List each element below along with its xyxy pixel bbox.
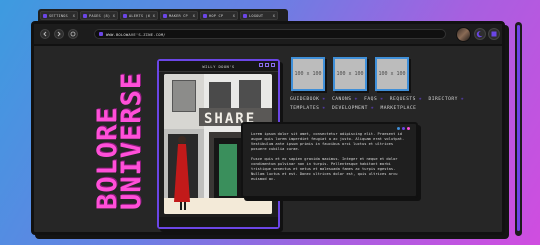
tab-icon <box>243 13 247 18</box>
mini-window-header: WILLY DOON'S <box>159 61 278 72</box>
nav-link-requests[interactable]: REQUESTS <box>390 97 416 102</box>
nav-separator: ✳ <box>354 97 358 102</box>
thumbnail-3[interactable]: 100 x 100 <box>375 57 409 91</box>
nav-separator: ✳ <box>370 106 375 111</box>
close-icon[interactable]: x <box>113 13 115 18</box>
nav-separator: ✳ <box>380 97 384 102</box>
thumbnail-2[interactable]: 100 x 100 <box>333 57 367 91</box>
close-icon[interactable]: x <box>233 13 235 18</box>
tab-icon <box>43 13 47 18</box>
minimize-icon[interactable] <box>259 63 263 67</box>
moon-icon <box>476 31 483 38</box>
close-icon[interactable] <box>271 63 275 67</box>
tab-settings[interactable]: SETTINGS x <box>40 11 78 20</box>
text-box: Lorem ipsum dolor sit amet, consectetur … <box>241 122 418 198</box>
nav-link-development[interactable]: DEVELOPMENT <box>332 106 368 111</box>
close-icon[interactable]: x <box>273 13 275 18</box>
tab-icon <box>163 13 167 18</box>
tab-label: ALERTS (6) <box>129 13 151 18</box>
thumbnail-label: 100 x 100 <box>378 71 406 77</box>
mini-window-footer <box>159 217 278 227</box>
thumbnail-label: 100 x 100 <box>294 71 322 77</box>
tab-label: LOGOUT <box>249 13 264 18</box>
dot-icon <box>397 127 400 130</box>
forward-button[interactable] <box>54 29 64 39</box>
body-paragraph-1: Lorem ipsum dolor sit amet, consectetur … <box>251 132 405 151</box>
address-bar: WWW.BOLOWAVE'S-ZINE.COM/ <box>34 24 502 46</box>
close-icon[interactable]: x <box>193 13 195 18</box>
url-text: WWW.BOLOWAVE'S-ZINE.COM/ <box>106 31 166 37</box>
nav-link-canons[interactable]: CANONS <box>332 97 352 102</box>
url-field[interactable]: WWW.BOLOWAVE'S-ZINE.COM/ <box>94 29 446 39</box>
tab-label: MAKER CP <box>169 13 188 18</box>
forward-arrow-icon <box>57 31 61 37</box>
theme-button[interactable] <box>474 28 486 40</box>
close-icon[interactable]: x <box>73 13 75 18</box>
title-line-universe: UNIVERSE <box>116 71 147 210</box>
tab-icon <box>203 13 207 18</box>
tab-maker-cp[interactable]: MAKER CP x <box>160 11 198 20</box>
tab-hop-cp[interactable]: HOP CP x <box>200 11 238 20</box>
menu-button[interactable] <box>488 28 500 40</box>
scrollbar[interactable] <box>515 22 522 236</box>
avatar[interactable] <box>456 27 471 42</box>
nav-link-faqs[interactable]: FAQS <box>364 97 377 102</box>
window-controls <box>259 63 275 67</box>
nav-link-guidebook[interactable]: GUIDEBOOK <box>290 97 319 102</box>
nav-link-templates[interactable]: TEMPLATES <box>290 106 319 111</box>
tab-alerts[interactable]: ALERTS (6) x <box>120 11 158 20</box>
nav-separator: ✳ <box>322 97 326 102</box>
body-paragraph-2: Fusce quis et ex sapien gravida maximus.… <box>251 157 398 181</box>
tab-icon <box>83 13 87 18</box>
nav-row-2: TEMPLATES ✳ DEVELOPMENT ✳ MARKETPLACE <box>290 106 419 111</box>
nav-separator: ✳ <box>322 106 326 111</box>
mini-window-title: WILLY DOON'S <box>202 63 235 69</box>
nav-separator: ✳ <box>460 97 465 102</box>
tab-label: HOP CP <box>209 13 224 18</box>
lock-icon <box>99 32 103 36</box>
dot-icon <box>402 127 405 130</box>
scrollbar-thumb[interactable] <box>517 25 520 231</box>
nav-link-directory[interactable]: DIRECTORY <box>428 97 457 102</box>
tab-label: SETTINGS <box>49 13 68 18</box>
nav-separator: ✳ <box>418 97 423 102</box>
maximize-icon[interactable] <box>265 63 269 67</box>
refresh-button[interactable] <box>68 29 78 39</box>
tab-pages[interactable]: PAGES (8) x <box>80 11 118 20</box>
tab-label: PAGES (8) <box>89 13 111 18</box>
vertical-title: BOLORE UNIVERSE <box>92 60 147 210</box>
thumbnail-1[interactable]: 100 x 100 <box>291 57 325 91</box>
dot-icon <box>407 127 410 130</box>
tab-logout[interactable]: LOGOUT x <box>240 11 278 20</box>
text-box-controls <box>397 127 410 130</box>
back-arrow-icon <box>43 31 47 37</box>
thumbnail-label: 100 x 100 <box>336 71 364 77</box>
refresh-icon <box>70 31 76 37</box>
tab-icon <box>123 13 127 18</box>
nav-row-1: GUIDEBOOK ✳ CANONS ✳ FAQS ✳ REQUESTS ✳ DIREC… <box>290 97 467 102</box>
close-icon[interactable]: x <box>153 13 155 18</box>
nav-link-marketplace[interactable]: MARKETPLACE <box>380 106 416 111</box>
menu-icon <box>491 31 497 37</box>
back-button[interactable] <box>40 29 50 39</box>
